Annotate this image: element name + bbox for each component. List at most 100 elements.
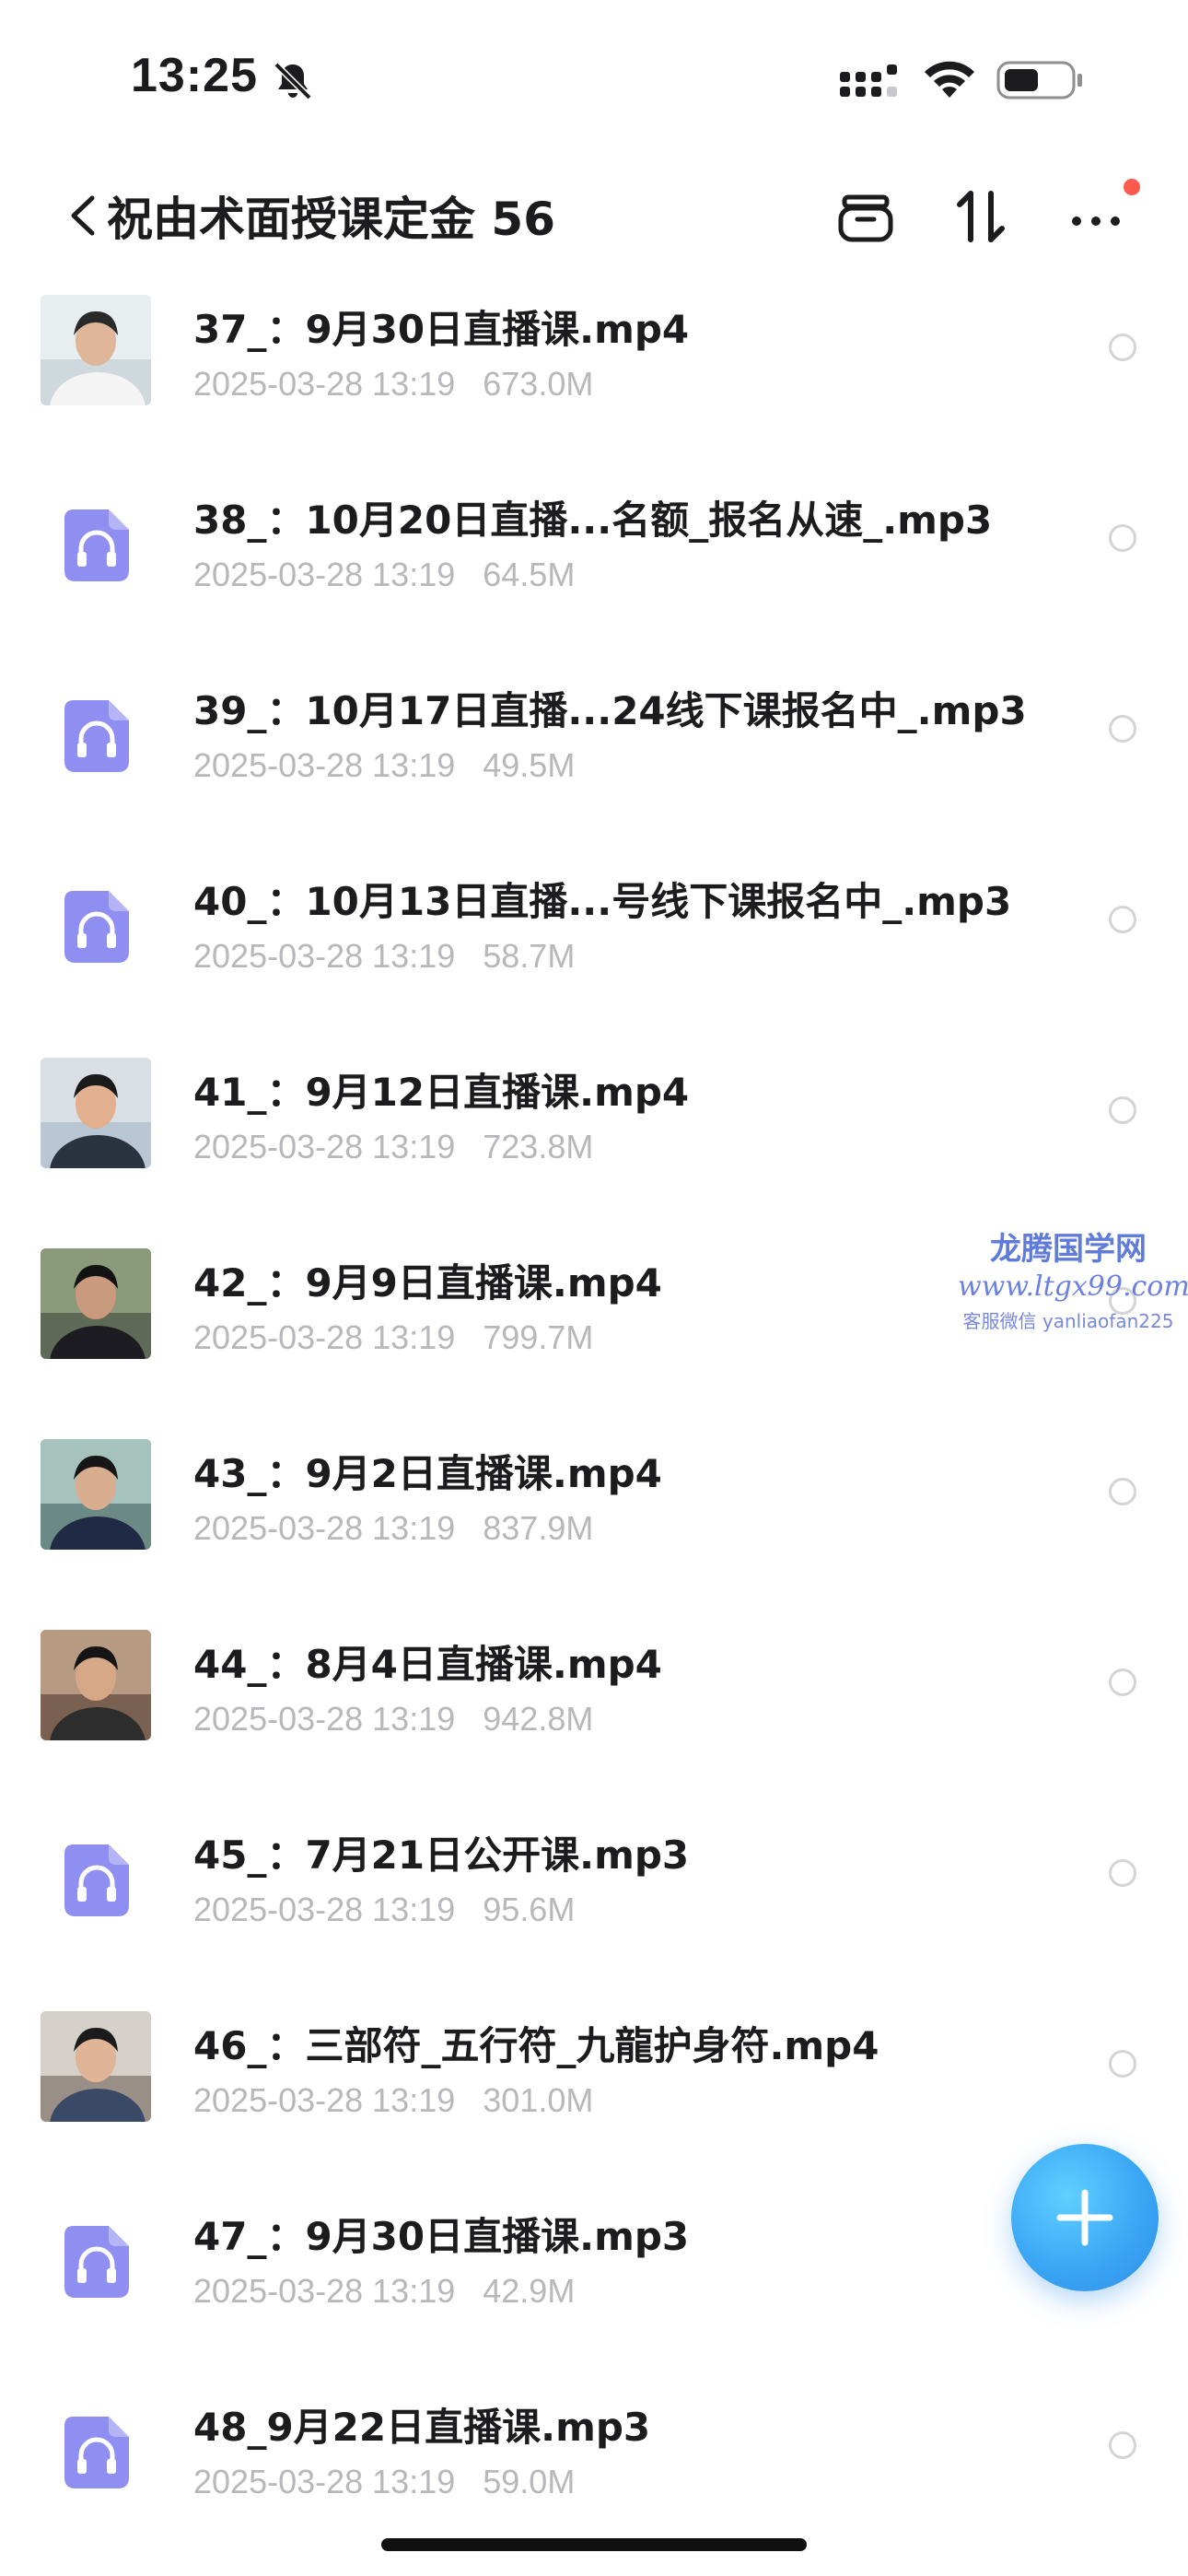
file-list: 37_：9月30日直播课.mp4 2025-03-28 13:19 673.0M 38… <box>0 276 1188 2565</box>
file-size: 837.9M <box>483 1509 594 1547</box>
file-name: 48_9月22日直播课.mp3 <box>193 2405 651 2450</box>
file-date: 2025-03-28 13:19 <box>193 2272 456 2310</box>
file-size: 942.8M <box>483 1700 594 1738</box>
file-date: 2025-03-28 13:19 <box>193 746 456 784</box>
file-meta: 2025-03-28 13:19 58.7M <box>193 937 575 976</box>
file-meta: 2025-03-28 13:19 59.0M <box>193 2463 575 2501</box>
file-size: 64.5M <box>483 556 576 593</box>
file-row[interactable]: 38_：10月20日直播...名额_报名从速_.mp3 2025-03-28 13… <box>0 467 1188 658</box>
file-row[interactable]: 48_9月22日直播课.mp3 2025-03-28 13:19 59.0M <box>0 2374 1188 2565</box>
file-row[interactable]: 40_：10月13日直播...号线下课报名中_.mp3 2025-03-28 13… <box>0 849 1188 1039</box>
sort-button[interactable] <box>949 184 1013 249</box>
notification-dot <box>1124 179 1140 195</box>
video-thumbnail <box>41 295 151 405</box>
select-radio[interactable] <box>1109 524 1136 552</box>
file-name: 45_：7月21日公开课.mp3 <box>193 1832 690 1878</box>
file-name: 38_：10月20日直播...名额_报名从速_.mp3 <box>193 498 993 543</box>
sort-icon <box>957 191 1005 242</box>
file-date: 2025-03-28 13:19 <box>193 1700 456 1738</box>
file-name: 43_：9月2日直播课.mp4 <box>193 1451 662 1496</box>
audio-file-icon <box>64 2226 129 2298</box>
file-meta: 2025-03-28 13:19 64.5M <box>193 556 575 594</box>
select-radio[interactable] <box>1109 2050 1136 2078</box>
file-meta: 2025-03-28 13:19 49.5M <box>193 746 575 785</box>
video-thumbnail <box>41 1058 151 1168</box>
back-button[interactable]: 祝由术面授课定金 56 <box>64 179 555 252</box>
audio-file-icon <box>64 2417 129 2488</box>
file-row[interactable]: 41_：9月12日直播课.mp4 2025-03-28 13:19 723.8M <box>0 1039 1188 1230</box>
archive-button[interactable] <box>833 184 898 249</box>
file-name: 41_：9月12日直播课.mp4 <box>193 1070 690 1115</box>
watermark-contact: 客服微信 yanliaofan225 <box>962 1310 1174 1332</box>
watermark: 龙腾国学网 www.ltgx99.com 客服微信 yanliaofan225 <box>958 1224 1188 1333</box>
file-name: 42_：9月9日直播课.mp4 <box>193 1260 662 1306</box>
watermark-url: www.ltgx99.com <box>958 1270 1188 1303</box>
file-date: 2025-03-28 13:19 <box>193 1128 456 1165</box>
file-row[interactable]: 44_：8月4日直播课.mp4 2025-03-28 13:19 942.8M <box>0 1611 1188 1802</box>
select-radio[interactable] <box>1109 334 1136 361</box>
select-radio[interactable] <box>1109 1478 1136 1505</box>
status-bar: 13:25 <box>0 0 1188 157</box>
file-row[interactable]: 47_：9月30日直播课.mp3 2025-03-28 13:19 42.9M <box>0 2184 1188 2374</box>
file-date: 2025-03-28 13:19 <box>193 2081 456 2119</box>
file-meta: 2025-03-28 13:19 837.9M <box>193 1509 593 1548</box>
file-row[interactable]: 43_：9月2日直播课.mp4 2025-03-28 13:19 837.9M <box>0 1421 1188 1611</box>
file-row[interactable]: 37_：9月30日直播课.mp4 2025-03-28 13:19 673.0M <box>0 276 1188 467</box>
battery-icon <box>996 61 1082 100</box>
video-thumbnail <box>41 2011 151 2122</box>
select-radio[interactable] <box>1109 1669 1136 1696</box>
file-row[interactable]: 39_：10月17日直播...24线下课报名中_.mp3 2025-03-28 1… <box>0 658 1188 849</box>
video-thumbnail <box>41 1439 151 1550</box>
file-size: 673.0M <box>483 365 594 403</box>
file-name: 47_：9月30日直播课.mp3 <box>193 2214 690 2259</box>
file-date: 2025-03-28 13:19 <box>193 365 456 403</box>
file-meta: 2025-03-28 13:19 673.0M <box>193 365 593 404</box>
file-date: 2025-03-28 13:19 <box>193 1318 456 1356</box>
file-name: 46_：三部符_五行符_九龍护身符.mp4 <box>193 2023 879 2068</box>
file-name: 37_：9月30日直播课.mp4 <box>193 307 690 352</box>
file-date: 2025-03-28 13:19 <box>193 937 456 975</box>
file-meta: 2025-03-28 13:19 301.0M <box>193 2081 593 2120</box>
watermark-title: 龙腾国学网 <box>990 1231 1147 1268</box>
file-date: 2025-03-28 13:19 <box>193 2463 456 2500</box>
file-name: 39_：10月17日直播...24线下课报名中_.mp3 <box>193 688 1027 733</box>
wifi-icon <box>925 61 974 98</box>
audio-file-icon <box>64 509 129 581</box>
select-radio[interactable] <box>1109 2431 1136 2459</box>
audio-file-icon <box>64 891 129 963</box>
video-thumbnail <box>41 1248 151 1359</box>
file-date: 2025-03-28 13:19 <box>193 556 456 593</box>
file-size: 799.7M <box>483 1318 594 1356</box>
select-radio[interactable] <box>1109 1096 1136 1124</box>
file-meta: 2025-03-28 13:19 799.7M <box>193 1318 593 1357</box>
file-size: 59.0M <box>483 2463 576 2500</box>
file-size: 42.9M <box>483 2272 576 2310</box>
file-date: 2025-03-28 13:19 <box>193 1891 456 1928</box>
select-radio[interactable] <box>1109 1859 1136 1887</box>
file-meta: 2025-03-28 13:19 95.6M <box>193 1891 575 1929</box>
file-size: 95.6M <box>483 1891 576 1928</box>
archive-icon <box>838 194 893 242</box>
more-button[interactable] <box>1064 184 1128 249</box>
select-radio[interactable] <box>1109 906 1136 933</box>
more-icon <box>1072 217 1120 226</box>
file-size: 301.0M <box>483 2081 594 2119</box>
file-name: 40_：10月13日直播...号线下课报名中_.mp3 <box>193 879 1012 924</box>
status-time: 13:25 <box>131 49 258 102</box>
file-meta: 2025-03-28 13:19 723.8M <box>193 1128 593 1166</box>
home-indicator <box>381 2538 807 2551</box>
file-row[interactable]: 46_：三部符_五行符_九龍护身符.mp4 2025-03-28 13:19 301… <box>0 1993 1188 2184</box>
file-row[interactable]: 45_：7月21日公开课.mp3 2025-03-28 13:19 95.6M <box>0 1802 1188 1993</box>
file-date: 2025-03-28 13:19 <box>193 1509 456 1547</box>
file-size: 49.5M <box>483 746 576 784</box>
file-meta: 2025-03-28 13:19 942.8M <box>193 1700 593 1739</box>
audio-file-icon <box>64 700 129 772</box>
file-meta: 2025-03-28 13:19 42.9M <box>193 2272 575 2311</box>
audio-file-icon <box>64 1844 129 1916</box>
signal-icon <box>840 64 897 97</box>
select-radio[interactable] <box>1109 715 1136 743</box>
chevron-left-icon <box>71 195 95 236</box>
plus-icon <box>1056 2189 1113 2246</box>
add-button[interactable] <box>1011 2144 1159 2291</box>
file-size: 58.7M <box>483 937 576 975</box>
